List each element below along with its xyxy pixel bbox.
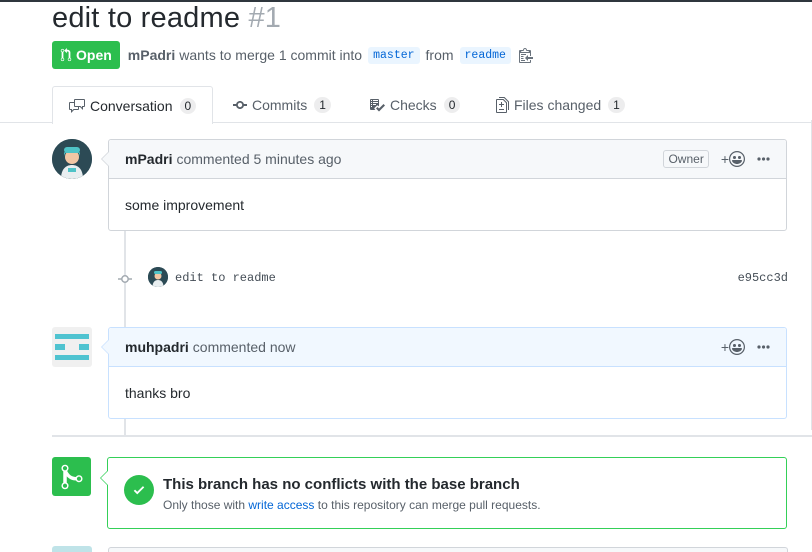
- plus-icon: +: [720, 339, 729, 355]
- tab-checks-label: Checks: [390, 96, 437, 113]
- new-comment-box: [108, 547, 788, 552]
- clipboard-icon[interactable]: [518, 47, 533, 63]
- comment-header: muhpadri commented now +: [109, 328, 786, 367]
- add-reaction-button[interactable]: +: [721, 339, 745, 355]
- timeline-separator: [52, 435, 812, 437]
- pull-request-icon: [60, 48, 72, 62]
- comment-author-link[interactable]: muhpadri: [125, 339, 189, 355]
- comment-timestamp[interactable]: commented now: [193, 339, 296, 355]
- avatar-mpadri-image: [52, 139, 92, 179]
- pr-author-link[interactable]: mPadri: [128, 47, 175, 63]
- comment-timestamp[interactable]: commented 5 minutes ago: [176, 151, 341, 167]
- pr-tabs: Conversation 0 Commits 1 Checks 0 Files …: [0, 86, 812, 124]
- commit-sha-link[interactable]: e95cc3d: [738, 271, 788, 285]
- comment: muhpadri commented now + thanks bro: [101, 327, 787, 419]
- pr-number: #1: [248, 2, 282, 34]
- tab-conversation-label: Conversation: [90, 97, 173, 114]
- avatar-muhpadri-identicon: [52, 327, 92, 367]
- more-options-icon[interactable]: [757, 157, 770, 161]
- head-branch[interactable]: readme: [459, 46, 511, 64]
- tab-commits-count: 1: [314, 96, 331, 113]
- pr-title-text: edit to readme: [52, 2, 241, 34]
- tab-files-changed-count: 1: [608, 96, 625, 113]
- comment-body: thanks bro: [125, 384, 191, 401]
- merge-sub-after: to this repository can merge pull reques…: [317, 498, 541, 512]
- commit-message-link[interactable]: edit to readme: [175, 271, 276, 285]
- tab-checks[interactable]: Checks 0: [369, 86, 461, 123]
- tab-conversation-count: 0: [179, 97, 197, 114]
- add-reaction-button[interactable]: +: [721, 151, 745, 167]
- tab-files-changed-label: Files changed: [514, 96, 602, 113]
- git-commit-icon: [233, 100, 247, 109]
- smiley-icon: [729, 151, 745, 167]
- tab-conversation[interactable]: Conversation 0: [52, 86, 213, 124]
- avatar[interactable]: [52, 327, 92, 367]
- comment: mPadri commented 5 minutes ago Owner + s…: [101, 139, 787, 231]
- state-badge: Open: [52, 41, 120, 69]
- merge-sub-before: Only those with: [163, 498, 246, 512]
- tab-files-changed[interactable]: Files changed 1: [496, 86, 625, 123]
- plus-icon: +: [720, 151, 729, 167]
- merge-status-icon-box: [52, 457, 91, 496]
- tab-commits-label: Commits: [252, 96, 308, 113]
- write-access-link[interactable]: write access: [248, 498, 314, 512]
- git-merge-icon: [61, 464, 82, 489]
- merge-status-box: This branch has no conflicts with the ba…: [100, 457, 787, 529]
- owner-label: Owner: [663, 150, 709, 168]
- checklist-icon: [370, 98, 385, 111]
- file-diff-icon: [496, 96, 509, 113]
- state-label: Open: [76, 47, 112, 63]
- avatar[interactable]: [52, 546, 92, 552]
- comment-header: mPadri commented 5 minutes ago Owner +: [109, 140, 786, 179]
- comment-author-link[interactable]: mPadri: [125, 151, 172, 167]
- smiley-icon: [729, 339, 745, 355]
- merge-status-title: This branch has no conflicts with the ba…: [163, 476, 520, 493]
- from-text: from: [425, 47, 454, 63]
- timeline-commit: edit to readme e95cc3d: [118, 266, 788, 290]
- pr-meta: Open mPadri wants to merge 1 commit into…: [52, 41, 533, 69]
- comment-discussion-icon: [69, 98, 85, 113]
- merge-text: wants to merge 1 commit into: [179, 47, 363, 63]
- more-options-icon[interactable]: [757, 345, 770, 349]
- tab-checks-count: 0: [443, 96, 461, 113]
- base-branch[interactable]: master: [368, 46, 420, 64]
- comment-body: some improvement: [125, 196, 245, 213]
- tab-commits[interactable]: Commits 1: [233, 86, 331, 123]
- pr-title: edit to readme #1: [52, 2, 281, 35]
- check-icon: [124, 475, 154, 505]
- commit-author-avatar[interactable]: [148, 267, 168, 287]
- avatar[interactable]: [52, 139, 92, 179]
- git-commit-icon: [118, 272, 132, 290]
- merge-status-subtitle: Only those with write access to this rep…: [163, 498, 541, 512]
